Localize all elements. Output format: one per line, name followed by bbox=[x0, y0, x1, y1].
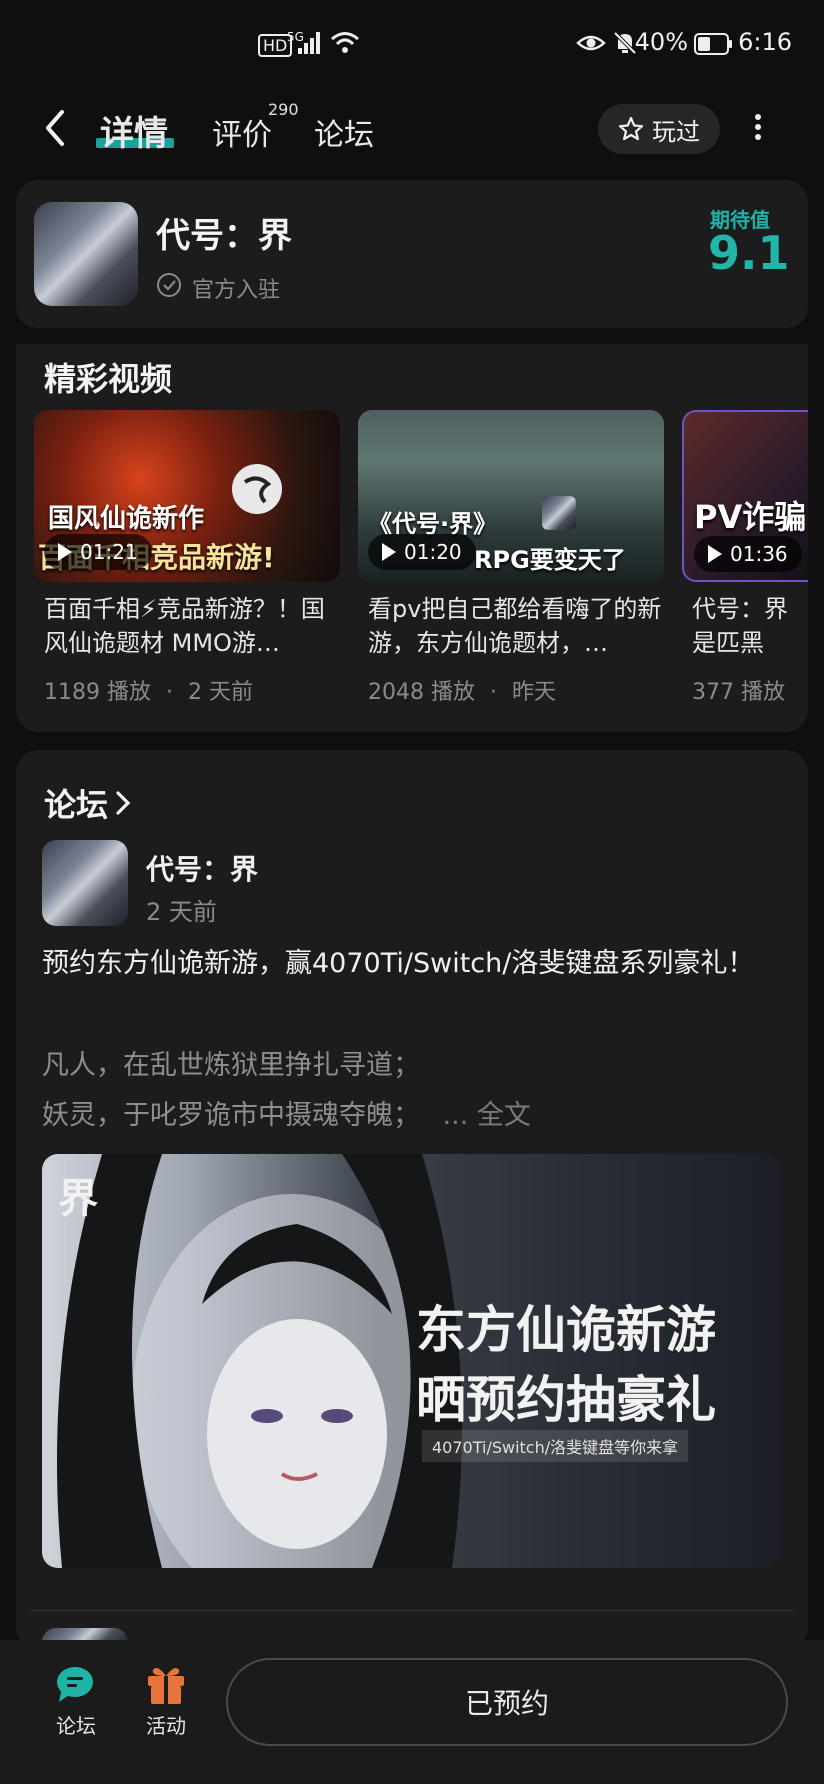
video-meta: 1189 播放 · 2 天前 bbox=[44, 680, 253, 705]
duration-pill: 01:21 bbox=[44, 534, 152, 570]
forum-nav-button[interactable]: 论坛 bbox=[46, 1662, 106, 1739]
character-illustration bbox=[57, 1154, 462, 1568]
gift-icon bbox=[148, 1668, 184, 1704]
duration-pill: 01:20 bbox=[368, 534, 476, 570]
post-body-line: 妖灵，于叱罗诡市中摄魂夺魄； ... 全文 bbox=[42, 1092, 782, 1140]
game-logo: 界 bbox=[58, 1175, 98, 1222]
game-title: 代号：界 bbox=[156, 216, 292, 256]
reviews-count-badge: 290 bbox=[268, 100, 299, 119]
banner-headline-1: 东方仙诡新游 bbox=[416, 1300, 716, 1359]
eye-icon bbox=[576, 35, 606, 51]
play-icon bbox=[58, 543, 72, 561]
play-icon bbox=[708, 545, 722, 563]
game-icon[interactable] bbox=[34, 202, 138, 306]
video-meta: 2048 播放 · 昨天 bbox=[368, 680, 556, 705]
played-button[interactable]: 玩过 bbox=[598, 104, 720, 154]
thumb-text-top: 国风仙诡新作 bbox=[48, 504, 205, 534]
forum-section-title: 论坛 bbox=[44, 786, 109, 824]
video-age: 昨天 bbox=[511, 680, 556, 705]
battery-icon bbox=[694, 33, 732, 55]
video-thumbnail[interactable]: PV诈骗 01:36 bbox=[682, 410, 808, 582]
video-plays: 1189 播放 bbox=[44, 680, 151, 705]
video-duration: 01:20 bbox=[404, 540, 462, 564]
battery-percent: 40% bbox=[634, 28, 688, 56]
videos-section-title: 精彩视频 bbox=[44, 360, 173, 398]
rating-value: 9.1 bbox=[708, 226, 790, 280]
signal-icon bbox=[298, 32, 320, 54]
duration-pill: 01:36 bbox=[694, 536, 802, 572]
videos-section: 精彩视频 国风仙诡新作 百面千相竞品新游! 01:21 百面千相⚡竞品新游？！国… bbox=[16, 344, 808, 732]
forum-nav-label: 论坛 bbox=[56, 1714, 96, 1738]
post-body-text: 妖灵，于叱罗诡市中摄魂夺魄； bbox=[42, 1100, 420, 1131]
tab-details[interactable]: 详情 bbox=[100, 106, 168, 155]
bottom-action-bar: 论坛 活动 已预约 bbox=[0, 1640, 824, 1784]
channel-logo-icon bbox=[232, 464, 282, 514]
forum-chat-icon bbox=[57, 1667, 93, 1702]
video-plays: 2048 播放 bbox=[368, 680, 475, 705]
forum-section-header[interactable]: 论坛 bbox=[44, 780, 132, 826]
back-arrow-icon[interactable] bbox=[42, 108, 68, 148]
top-nav: 详情 评价 290 论坛 玩过 bbox=[0, 90, 824, 170]
tab-reviews[interactable]: 评价 bbox=[212, 110, 272, 154]
activity-nav-button[interactable]: 活动 bbox=[136, 1662, 196, 1739]
clock: 6:16 bbox=[738, 28, 792, 56]
official-label: 官方入驻 bbox=[192, 278, 281, 303]
post-author[interactable]: 代号：界 bbox=[146, 848, 258, 888]
play-icon bbox=[382, 543, 396, 561]
forum-section: 论坛 代号：界 2 天前 预约东方仙诡新游，赢4070Ti/Switch/洛斐键… bbox=[16, 750, 808, 1650]
banner-headline-2: 晒预约抽豪礼 bbox=[416, 1370, 716, 1429]
tab-forum[interactable]: 论坛 bbox=[314, 110, 374, 154]
video-thumbnail[interactable]: 国风仙诡新作 百面千相竞品新游! 01:21 bbox=[34, 410, 340, 582]
video-duration: 01:36 bbox=[730, 542, 788, 566]
activity-nav-label: 活动 bbox=[146, 1714, 186, 1738]
game-info-card: 代号：界 官方入驻 期待值 9.1 bbox=[16, 180, 808, 328]
channel-avatar bbox=[542, 496, 576, 530]
verified-check-icon bbox=[157, 273, 181, 297]
thumb-text-bottom: RPG要变天了 bbox=[474, 546, 626, 574]
more-vertical-icon[interactable] bbox=[754, 110, 762, 144]
wifi-icon bbox=[331, 32, 359, 53]
chevron-right-icon bbox=[116, 791, 131, 815]
thumb-text-top: PV诈骗 bbox=[694, 498, 807, 536]
video-title[interactable]: 看pv把自己都给看嗨了的新游，东方仙诡题材，… bbox=[368, 592, 668, 660]
divider bbox=[30, 1610, 794, 1611]
post-time: 2 天前 bbox=[146, 898, 217, 926]
video-title[interactable]: 代号：界是匹黑马？纠 bbox=[692, 592, 808, 660]
played-label: 玩过 bbox=[652, 117, 700, 146]
avatar[interactable] bbox=[42, 840, 128, 926]
video-plays: 377 播放 bbox=[692, 680, 785, 705]
read-more-link[interactable]: ... 全文 bbox=[443, 1100, 531, 1131]
video-thumbnail[interactable]: 《代号·界》 RPG要变天了 01:20 bbox=[358, 410, 664, 582]
post-title[interactable]: 预约东方仙诡新游，赢4070Ti/Switch/洛斐键盘系列豪礼！ bbox=[42, 942, 782, 986]
video-meta: 377 播放 bbox=[692, 674, 808, 706]
status-bar: HD 5G 40% 6:16 bbox=[0, 0, 824, 90]
post-banner-image[interactable]: 界 东方仙诡新游 晒预约抽豪礼 4070Ti/Switch/洛斐键盘等你来拿 bbox=[42, 1154, 780, 1568]
star-icon bbox=[618, 116, 644, 141]
post-body-line: 凡人，在乱世炼狱里挣扎寻道； bbox=[42, 1050, 420, 1081]
reserved-button[interactable]: 已预约 bbox=[226, 1658, 788, 1746]
video-title[interactable]: 百面千相⚡竞品新游？！国风仙诡题材 MMO游… bbox=[44, 592, 344, 660]
video-duration: 01:21 bbox=[80, 540, 138, 564]
banner-subtitle: 4070Ti/Switch/洛斐键盘等你来拿 bbox=[422, 1430, 689, 1462]
video-age: 2 天前 bbox=[187, 680, 253, 705]
